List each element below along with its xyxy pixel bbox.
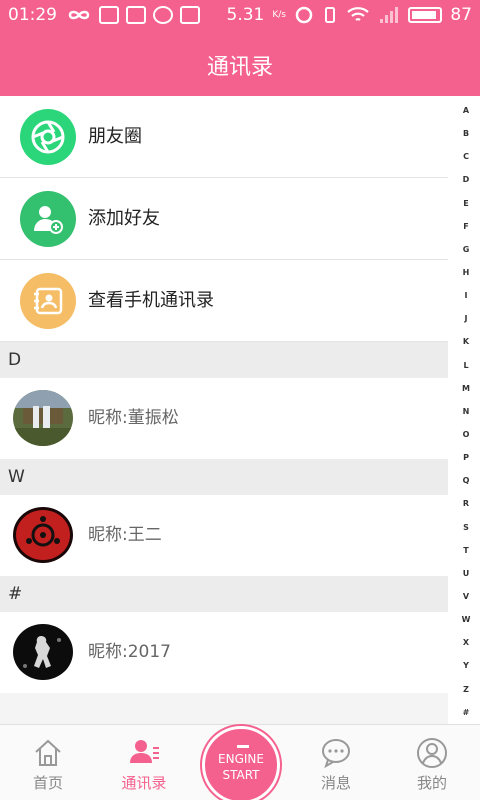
add-friend-label: 添加好友 [88, 208, 160, 229]
index-letter[interactable]: V [463, 592, 469, 602]
tab-contacts[interactable]: 通讯录 [99, 725, 189, 800]
mail-notify-icon [180, 6, 200, 24]
index-letter[interactable]: G [463, 245, 470, 255]
contacts-icon [130, 740, 159, 763]
section-header-w: W [0, 459, 448, 495]
index-letter[interactable]: B [463, 129, 469, 139]
tab-home-label: 首页 [32, 774, 63, 792]
contact-row[interactable]: 昵称:董振松 [0, 378, 448, 459]
index-letter[interactable]: S [463, 523, 469, 533]
index-letter[interactable]: D [463, 175, 470, 185]
tab-home[interactable]: 首页 [3, 725, 93, 800]
index-letter[interactable]: X [463, 638, 469, 648]
tab-profile-label: 我的 [416, 774, 447, 792]
camera-shutter-icon [20, 109, 76, 165]
network-speed: 5.31 [226, 5, 265, 25]
status-bar: 01:29 5.31 K/s 87 [0, 0, 480, 32]
index-letter[interactable]: U [463, 569, 470, 579]
index-letter[interactable]: P [463, 453, 469, 463]
avatar [13, 624, 73, 680]
index-letter[interactable]: L [463, 361, 468, 371]
status-time: 01:29 [8, 5, 57, 25]
index-letter[interactable]: N [463, 407, 470, 417]
contact-row[interactable]: 昵称:王二 [0, 495, 448, 576]
index-letter[interactable]: C [463, 152, 469, 162]
contact-row[interactable]: 昵称:2017 [0, 612, 448, 693]
engine-dash-icon [237, 745, 249, 748]
page-title: 通讯录 [0, 32, 480, 96]
battery-level: 87 [450, 5, 472, 25]
bottom-tab-bar: 首页 通讯录 ENGINE START 消息 我的 [0, 724, 480, 800]
add-person-icon [20, 191, 76, 247]
image-notify-icon [126, 6, 146, 24]
contacts-list: 朋友圈 添加好友 查看手机通讯录 D 昵称:董振松 W 昵称:王二 # 昵称:2… [0, 96, 448, 727]
nfc-icon [296, 6, 313, 24]
engine-start-button[interactable]: ENGINE START [202, 726, 280, 800]
list-footer-space [0, 693, 448, 727]
start-label: START [222, 768, 260, 782]
message-icon [322, 739, 350, 769]
battery-icon [408, 7, 443, 23]
signal-icon [380, 7, 399, 23]
notification-icons [66, 6, 200, 24]
tab-messages[interactable]: 消息 [291, 725, 381, 800]
index-letter[interactable]: O [463, 430, 470, 440]
index-letter[interactable]: A [463, 106, 469, 116]
network-speed-unit: K/s [272, 9, 286, 20]
alphabet-index[interactable]: A B C D E F G H I J K L M N O P Q R S T U V W X Y Z # [452, 106, 480, 718]
moments-label: 朋友圈 [88, 126, 142, 147]
profile-icon [417, 738, 447, 768]
index-letter[interactable]: I [465, 291, 468, 301]
tab-messages-label: 消息 [320, 774, 351, 792]
phone-contacts-item[interactable]: 查看手机通讯录 [0, 260, 448, 342]
index-letter[interactable]: J [465, 314, 468, 324]
tab-profile[interactable]: 我的 [387, 725, 477, 800]
index-letter[interactable]: Y [463, 661, 469, 671]
wifi-icon [347, 7, 370, 21]
tab-contacts-label: 通讯录 [121, 774, 167, 792]
index-letter[interactable]: M [462, 384, 470, 394]
avatar [13, 390, 73, 446]
eye-notify-icon [99, 6, 119, 24]
engine-label: ENGINE [218, 752, 264, 766]
index-letter[interactable]: # [463, 708, 470, 718]
index-letter[interactable]: H [463, 268, 470, 278]
add-friend-item[interactable]: 添加好友 [0, 178, 448, 260]
index-letter[interactable]: F [463, 222, 468, 232]
address-book-icon [20, 273, 76, 329]
index-letter[interactable]: W [462, 615, 471, 625]
avatar [13, 507, 73, 563]
contact-name: 昵称:董振松 [88, 408, 179, 428]
index-letter[interactable]: Z [463, 685, 469, 695]
home-icon [35, 739, 61, 766]
vibrate-icon [325, 7, 336, 23]
infinity-icon [68, 10, 90, 20]
index-letter[interactable]: E [463, 199, 468, 209]
index-letter[interactable]: R [463, 499, 469, 509]
moments-item[interactable]: 朋友圈 [0, 96, 448, 178]
contact-name: 昵称:2017 [88, 642, 171, 662]
section-header-hash: # [0, 576, 448, 612]
index-letter[interactable]: T [463, 546, 468, 556]
check-notify-icon [153, 6, 173, 24]
index-letter[interactable]: K [463, 337, 469, 347]
phone-contacts-label: 查看手机通讯录 [88, 290, 214, 311]
section-header-d: D [0, 342, 448, 378]
contact-name: 昵称:王二 [88, 525, 162, 545]
index-letter[interactable]: Q [463, 476, 470, 486]
